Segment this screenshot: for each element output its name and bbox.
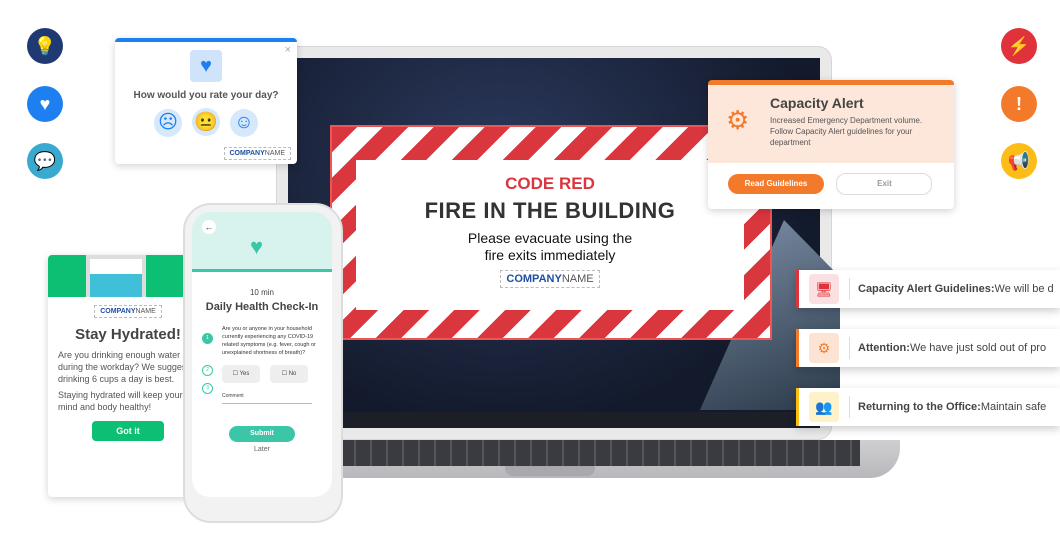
heart-icon: ♥: [27, 86, 63, 122]
rating-question: How would you rate your day?: [133, 90, 279, 101]
no-option[interactable]: ☐ No: [270, 365, 308, 383]
gears-icon: ⚙: [726, 105, 750, 135]
duration: 10 min: [249, 288, 274, 297]
back-arrow-icon[interactable]: ←: [202, 220, 216, 234]
alert-title: FIRE IN THE BUILDING: [424, 198, 676, 223]
step-2: 2: [202, 365, 213, 376]
capacity-body: Increased Emergency Department volume. F…: [770, 116, 923, 147]
lightning-icon: ⚡: [1001, 28, 1037, 64]
step-3: 3: [202, 383, 213, 394]
rating-card: × ♥ How would you rate your day? ☹ 😐 ☺ COM…: [115, 38, 297, 164]
alert-line: fire exits immediately: [484, 247, 616, 263]
later-link[interactable]: Later: [192, 446, 332, 453]
megaphone-icon: 📢: [1001, 143, 1037, 179]
neutral-face-icon[interactable]: 😐: [192, 108, 220, 136]
happy-face-icon[interactable]: ☺: [230, 109, 258, 137]
notification-item[interactable]: 👥 Returning to the Office: Maintain safe: [796, 388, 1060, 426]
exit-button[interactable]: Exit: [836, 173, 933, 195]
lightbulb-icon: 💡: [27, 28, 63, 64]
step-1: 1: [202, 333, 213, 344]
taskbar: [288, 412, 820, 428]
heart-pulse-icon: ♥: [190, 50, 222, 82]
capacity-title: Capacity Alert: [770, 95, 864, 111]
notification-item[interactable]: ⚙ Attention: We have just sold out of pr…: [796, 329, 1060, 367]
gears-icon: ⚙: [809, 333, 839, 363]
exclamation-icon: !: [1001, 86, 1037, 122]
checkin-title: Daily Health Check-In: [205, 301, 319, 313]
monitor-code-icon: 🖥: [809, 274, 839, 304]
sad-face-icon[interactable]: ☹: [154, 108, 182, 137]
read-guidelines-button[interactable]: Read Guidelines: [728, 174, 824, 194]
got-it-button[interactable]: Got it: [92, 421, 164, 441]
phone-screen: ← ♥ 10 min Daily Health Check-In 1 2 3 A…: [192, 212, 332, 497]
code-red-alert: CODE RED FIRE IN THE BUILDING Please eva…: [356, 160, 744, 310]
chat-icon: 💬: [27, 143, 63, 179]
yes-option[interactable]: ☐ Yes: [222, 365, 260, 383]
heart-pulse-icon: ♥: [250, 234, 264, 259]
alert-line: Please evacuate using the: [467, 230, 633, 246]
code-red-label: CODE RED: [505, 174, 595, 193]
keyboard: [340, 440, 860, 466]
company-logo: COMPANYNAME: [223, 147, 291, 160]
trackpad-notch: [505, 466, 595, 476]
people-icon: 👥: [809, 392, 839, 422]
submit-button[interactable]: Submit: [229, 426, 295, 442]
notification-item[interactable]: 🖥 Capacity Alert Guidelines: We will be …: [796, 270, 1060, 308]
capacity-alert-card: ⚙ Capacity Alert Increased Emergency Dep…: [708, 80, 954, 209]
company-logo: COMPANYNAME: [94, 305, 162, 318]
company-logo: COMPANYNAME: [500, 270, 600, 288]
checkin-question: Are you or anyone in your household curr…: [222, 326, 316, 356]
close-icon[interactable]: ×: [285, 44, 291, 56]
comment-input[interactable]: Comment: [222, 393, 312, 404]
